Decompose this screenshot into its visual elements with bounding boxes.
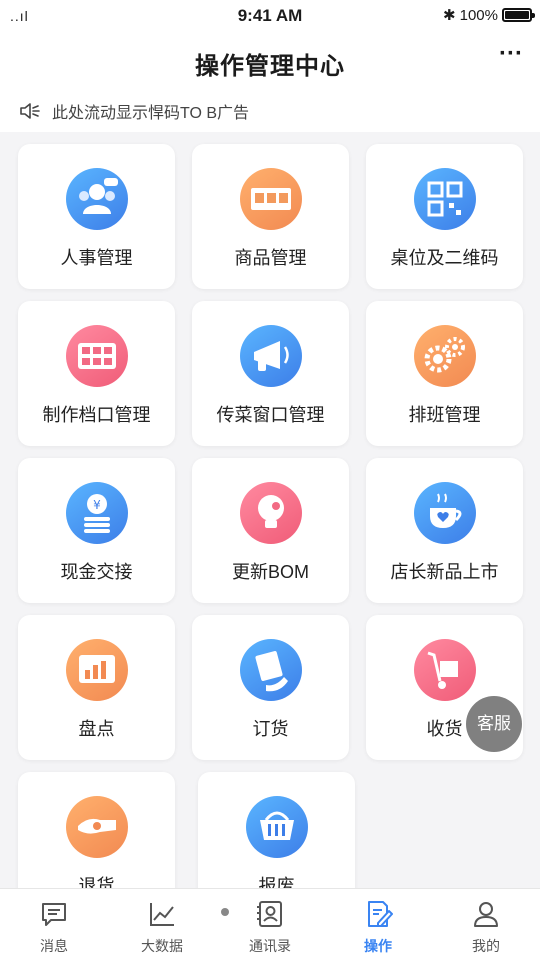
tab-big-data[interactable]: 大数据 <box>108 889 216 960</box>
tile-label: 排班管理 <box>408 405 481 425</box>
battery-percent: 100% <box>459 6 498 24</box>
contacts-icon <box>257 901 282 927</box>
tab-mine[interactable]: 我的 <box>432 889 540 960</box>
cart-icon <box>413 639 476 701</box>
tile-inventory[interactable]: 盘点 <box>18 615 175 760</box>
coins-icon: ¥ <box>65 482 128 544</box>
tab-label: 大数据 <box>141 938 183 954</box>
battery-icon <box>502 8 535 22</box>
tab-label: 通讯录 <box>249 938 291 954</box>
gears-icon <box>413 325 476 387</box>
tab-contacts[interactable]: 通讯录 <box>216 889 324 960</box>
tile-label: 制作档口管理 <box>42 405 151 425</box>
svg-text:¥: ¥ <box>93 498 101 512</box>
trend-chart-icon <box>150 903 174 926</box>
megaphone-icon <box>239 325 302 387</box>
tile-goods[interactable]: 商品管理 <box>192 144 349 289</box>
people-icon <box>65 168 128 230</box>
return-hand-icon <box>65 796 128 858</box>
basket-icon <box>245 796 308 858</box>
tile-label: 桌位及二维码 <box>390 248 499 268</box>
tile-label: 更新BOM <box>231 562 309 582</box>
tile-label: 订货 <box>252 719 289 739</box>
tile-label: 传菜窗口管理 <box>216 405 325 425</box>
notice-text: 此处流动显示悍码TO B广告 <box>52 105 250 122</box>
more-options-button[interactable]: ··· <box>496 40 526 76</box>
edit-doc-icon <box>368 901 393 927</box>
status-right: ✱ 100% <box>443 6 535 24</box>
tab-messages[interactable]: 消息 <box>0 889 108 960</box>
tile-update-bom[interactable]: 更新BOM <box>192 458 349 603</box>
tab-bar: 消息 大数据 通讯录 操作 我的 <box>0 888 540 960</box>
tile-label: 店长新品上市 <box>390 562 499 582</box>
bluetooth-icon: ✱ <box>443 7 456 24</box>
tile-label: 商品管理 <box>234 248 307 268</box>
user-icon <box>474 902 498 927</box>
bulb-icon <box>239 482 302 544</box>
tile-personnel[interactable]: 人事管理 <box>18 144 175 289</box>
nav-bar: 操作管理中心 ··· <box>0 32 540 90</box>
tab-label: 消息 <box>40 938 68 954</box>
tab-label: 我的 <box>472 938 500 954</box>
customer-service-button[interactable]: 客服 <box>466 696 522 752</box>
order-hand-icon <box>239 639 302 701</box>
notice-bar[interactable]: 此处流动显示悍码TO B广告 <box>0 90 540 132</box>
tile-station[interactable]: 制作档口管理 <box>18 301 175 446</box>
tile-serving-window[interactable]: 传菜窗口管理 <box>192 301 349 446</box>
tab-label: 操作 <box>364 938 392 954</box>
chart-board-icon <box>65 639 128 701</box>
tab-operations[interactable]: 操作 <box>324 889 432 960</box>
tile-label: 人事管理 <box>60 248 133 268</box>
tile-order[interactable]: 订货 <box>192 615 349 760</box>
tile-scheduling[interactable]: 排班管理 <box>366 301 523 446</box>
page-title: 操作管理中心 <box>195 53 345 80</box>
tile-table-qrcode[interactable]: 桌位及二维码 <box>366 144 523 289</box>
status-bar: ..ıl 9:41 AM ✱ 100% <box>0 0 540 32</box>
grid-window-icon <box>65 325 128 387</box>
tile-label: 现金交接 <box>60 562 133 582</box>
tile-label: 盘点 <box>78 719 115 739</box>
speaker-icon <box>20 103 40 119</box>
qrcode-icon <box>413 168 476 230</box>
page-dot <box>221 908 229 916</box>
store-icon <box>239 168 302 230</box>
cup-heart-icon <box>413 482 476 544</box>
tile-cash-handover[interactable]: ¥ 现金交接 <box>18 458 175 603</box>
message-icon <box>42 903 66 926</box>
tile-new-products[interactable]: 店长新品上市 <box>366 458 523 603</box>
